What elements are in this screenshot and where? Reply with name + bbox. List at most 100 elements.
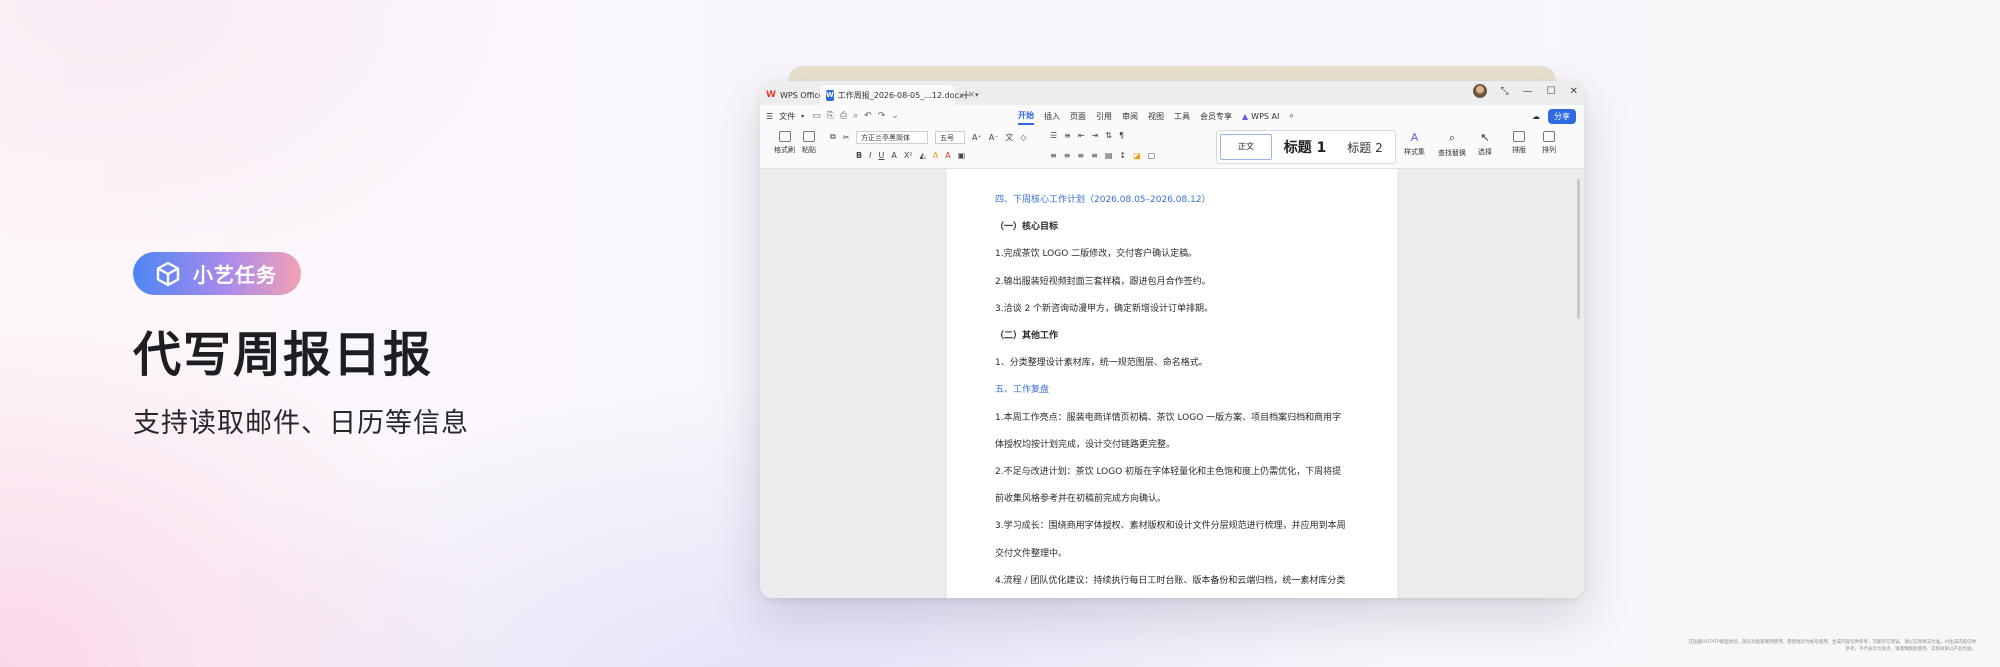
char-border-icon[interactable]: ▣ <box>958 151 966 160</box>
italic-icon[interactable]: I <box>869 151 871 160</box>
grow-font-icon[interactable]: A⁺ <box>972 133 982 142</box>
share-label: 分享 <box>1554 111 1570 121</box>
export-pdf-icon[interactable]: ⎘ <box>827 111 834 121</box>
tab-member[interactable]: 会员专享 <box>1200 109 1232 124</box>
font-controls: 方正兰亭黑简体 五号 A⁺ A⁻ 文 ◇ <box>856 131 1027 144</box>
tab-label: WPS Office <box>779 90 824 100</box>
window-controls: ⤡ — ☐ ✕ <box>1472 84 1578 98</box>
print-preview-icon[interactable]: ⌕ <box>853 111 858 121</box>
print-icon[interactable]: ⎙ <box>840 111 847 121</box>
shading-icon[interactable]: ◪ <box>1133 151 1141 160</box>
styles-set-label: 样式集 <box>1404 148 1425 156</box>
redo-icon[interactable]: ↷ <box>878 111 886 121</box>
font-color-icon[interactable]: A <box>945 151 950 160</box>
headline: 代写周报日报 <box>133 327 434 383</box>
decrease-indent-icon[interactable]: ⇤ <box>1078 131 1085 140</box>
align-right-icon[interactable]: ≡ <box>1077 151 1084 160</box>
hamburger-icon[interactable]: ☰ <box>766 112 773 121</box>
font-size-select[interactable]: 五号 <box>935 131 965 144</box>
phonetic-icon[interactable]: 文 <box>1005 132 1013 143</box>
quick-access-toolbar: ▭ ⎘ ⎙ ⌕ ↶ ↷ ⌄ <box>812 111 899 121</box>
paste-icon <box>803 131 815 142</box>
avatar[interactable] <box>1472 84 1487 98</box>
tab-label: 工作周报_2026-08-05_...12.docx <box>837 90 964 100</box>
paste-label: 粘贴 <box>802 146 816 154</box>
tab-home[interactable]: 开始 <box>1018 108 1034 125</box>
sort-icon[interactable]: ⇅ <box>1105 131 1112 140</box>
bullet-list-icon[interactable]: ☰ <box>1050 131 1057 140</box>
paste-button[interactable]: 粘贴 <box>802 131 816 155</box>
task-badge: 小艺任务 <box>133 252 301 295</box>
section-heading: 五、工作复盘 <box>995 385 1050 396</box>
find-replace-label: 查找替换 <box>1438 149 1466 157</box>
plus-icon: + <box>961 88 972 102</box>
distribute-icon[interactable]: ▤ <box>1105 151 1113 160</box>
close-icon[interactable]: ✕ <box>1570 86 1578 97</box>
select-label: 选择 <box>1478 148 1492 156</box>
style-normal[interactable]: 正文 <box>1220 134 1272 160</box>
font-name-select[interactable]: 方正兰亭黑简体 <box>856 131 928 144</box>
maximize-icon[interactable]: ☐ <box>1547 86 1556 97</box>
numbered-list-icon[interactable]: ≡ <box>1064 131 1071 140</box>
justify-icon[interactable]: ≡ <box>1091 151 1098 160</box>
clipboard-tools: ⧉ ✂ <box>830 132 849 142</box>
chevron-down-icon: ▾ <box>975 91 979 99</box>
style-heading-2[interactable]: 标题 2 <box>1335 139 1395 156</box>
styles-set-button[interactable]: A 样式集 <box>1404 131 1425 157</box>
arrange-icon <box>1543 131 1555 142</box>
wps-ai-button[interactable]: ▲ WPS AI <box>1242 108 1279 125</box>
find-replace-button[interactable]: ⌕ 查找替换 <box>1438 131 1466 158</box>
share-button[interactable]: 分享 <box>1548 108 1576 124</box>
clear-format-icon[interactable]: ◇ <box>1020 133 1026 142</box>
format-painter-button[interactable]: 格式刷 <box>774 131 795 155</box>
more-icon[interactable]: ⌄ <box>891 111 899 121</box>
badge-label: 小艺任务 <box>193 263 277 287</box>
highlight-icon[interactable]: ◭ <box>920 151 926 160</box>
superscript-icon[interactable]: X² <box>904 151 913 160</box>
search-icon[interactable]: ⌕ <box>1289 109 1293 123</box>
tab-document[interactable]: W 工作周报_2026-08-05_...12.docx × <box>820 85 975 105</box>
bold-icon[interactable]: B <box>856 151 862 160</box>
layout-label: 排版 <box>1512 146 1526 154</box>
save-icon[interactable]: ▭ <box>812 111 821 121</box>
expand-icon[interactable]: ⤡ <box>1501 86 1509 97</box>
underline-icon[interactable]: U <box>878 151 884 160</box>
undo-icon[interactable]: ↶ <box>864 111 872 121</box>
strikethrough-icon[interactable]: A <box>891 151 896 160</box>
alignment-controls: ≡ ≡ ≡ ≡ ▤ ↕ ◪ ▢ <box>1050 151 1155 160</box>
subline: 支持读取邮件、日历等信息 <box>133 408 469 439</box>
tab-wps-home[interactable]: W WPS Office <box>760 85 824 105</box>
tab-tools[interactable]: 工具 <box>1174 109 1190 124</box>
show-marks-icon[interactable]: ¶ <box>1119 131 1124 140</box>
file-menu[interactable]: 文件 <box>779 111 795 122</box>
document-workspace[interactable]: 四、下周核心工作计划（2026.08.05–2026.08.12） （一）核心目… <box>760 169 1584 598</box>
borders-icon[interactable]: ▢ <box>1148 151 1156 160</box>
select-button[interactable]: ↖ 选择 <box>1478 131 1492 157</box>
format-painter-icon <box>778 131 791 142</box>
tab-view[interactable]: 视图 <box>1148 109 1164 124</box>
tab-insert[interactable]: 插入 <box>1044 109 1060 124</box>
document-page[interactable]: 四、下周核心工作计划（2026.08.05–2026.08.12） （一）核心目… <box>947 169 1397 598</box>
ribbon-tabs: 开始 插入 页面 引用 审阅 视图 工具 会员专享 ▲ WPS AI ⌕ <box>1018 108 1294 125</box>
increase-indent-icon[interactable]: ⇥ <box>1092 131 1099 140</box>
line-spacing-icon[interactable]: ↕ <box>1119 151 1126 160</box>
align-center-icon[interactable]: ≡ <box>1064 151 1071 160</box>
styles-set-icon: A <box>1410 131 1419 144</box>
align-left-icon[interactable]: ≡ <box>1050 151 1057 160</box>
format-painter-label: 格式刷 <box>774 146 795 154</box>
shrink-font-icon[interactable]: A⁻ <box>989 133 999 142</box>
vertical-scrollbar[interactable] <box>1577 179 1580 319</box>
style-heading-1[interactable]: 标题 1 <box>1275 137 1335 157</box>
tab-references[interactable]: 引用 <box>1096 109 1112 124</box>
text-highlight-icon[interactable]: A <box>933 151 938 160</box>
cut-icon[interactable]: ✂ <box>843 133 850 142</box>
new-tab-button[interactable]: + ▾ <box>955 85 985 105</box>
disclaimer-text: 在国服HOTATP版型体验，部分功能需联网使用，需登陆华为帐号使用，生成内容仅供… <box>1688 640 1976 652</box>
arrange-button[interactable]: 排列 <box>1542 131 1556 155</box>
layout-button[interactable]: 排版 <box>1512 131 1526 155</box>
copy-icon[interactable]: ⧉ <box>830 132 836 142</box>
tab-review[interactable]: 审阅 <box>1122 109 1138 124</box>
minimize-icon[interactable]: — <box>1523 86 1533 97</box>
cloud-icon[interactable]: ☁ <box>1532 112 1540 121</box>
tab-page[interactable]: 页面 <box>1070 109 1086 124</box>
